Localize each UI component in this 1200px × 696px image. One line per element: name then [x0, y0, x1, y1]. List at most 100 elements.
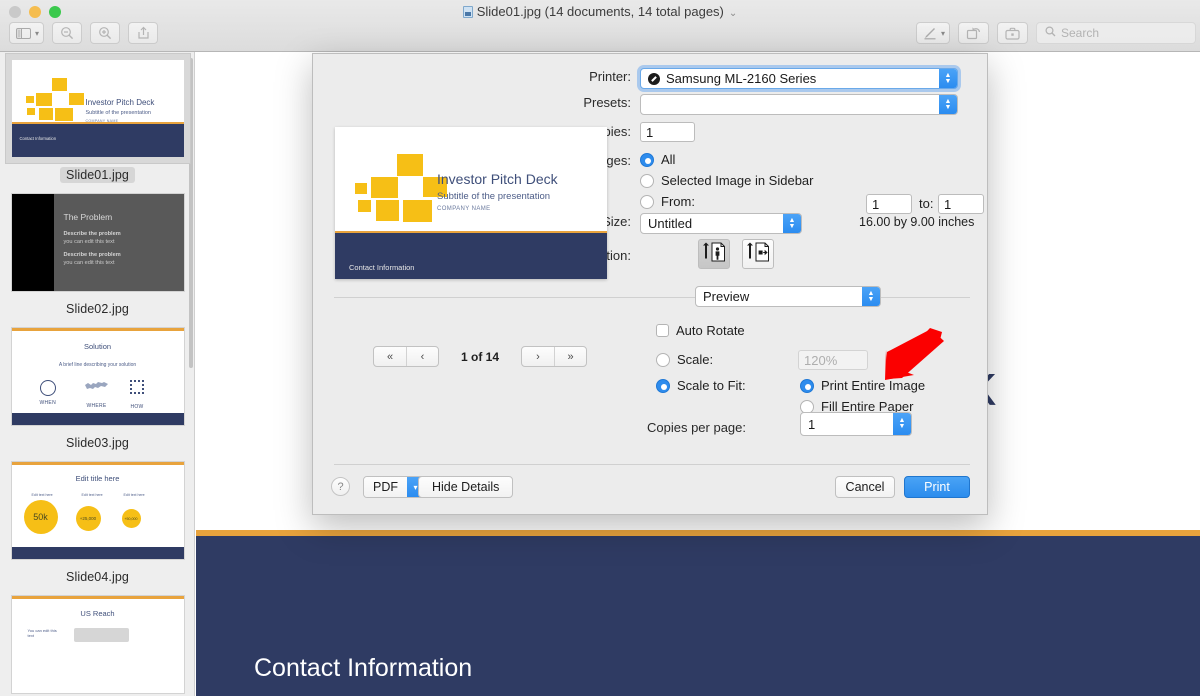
title-chevron-down-icon[interactable]: ⌄ [729, 8, 737, 19]
rotate-button[interactable] [958, 22, 989, 44]
print-button[interactable]: Print [904, 476, 970, 498]
pane-selector-stepper-icon[interactable]: ▲ ▼ [862, 287, 880, 306]
auto-rotate-row[interactable]: Auto Rotate [656, 323, 745, 338]
left-block [11, 194, 54, 291]
pages-radio-all[interactable]: All [640, 152, 675, 167]
pdf-menu-button[interactable]: PDF ▾ [363, 476, 425, 498]
scale-row[interactable]: Scale: [656, 352, 713, 367]
footer-divider [334, 464, 970, 465]
pages-to-input[interactable]: 1 [938, 194, 984, 214]
auto-rotate-checkbox[interactable] [656, 324, 669, 337]
window-title: Slide01.jpg (14 documents, 14 total page… [0, 2, 1200, 22]
sidebar-scrollbar[interactable] [189, 58, 193, 368]
pager-first-button[interactable]: « [374, 347, 406, 366]
thumbnail-preview: Edit title here Edit text here Edit text… [11, 462, 184, 559]
share-button[interactable] [128, 22, 159, 44]
thumb-title: Investor Pitch Deck [85, 98, 155, 107]
world-map-icon [84, 380, 110, 399]
pages-from-value: 1 [872, 196, 880, 212]
thumb-caption: Edit text here [123, 493, 145, 497]
chevron-down-icon: ▾ [35, 28, 40, 38]
zoom-out-button[interactable] [52, 22, 83, 44]
sidebar-thumbnail-slide05[interactable]: US Reach You can edit this text Slide05.… [0, 596, 194, 696]
pages-radio-from[interactable]: From: [640, 194, 695, 209]
paper-size-select[interactable]: Untitled ▲ ▼ [640, 213, 802, 234]
accent-bar [11, 596, 184, 599]
toolkit-button[interactable] [997, 22, 1028, 44]
pages-from-input[interactable]: 1 [866, 194, 912, 214]
scale-radio[interactable] [656, 352, 670, 367]
pane-selector[interactable]: Preview ▲ ▼ [695, 286, 881, 307]
pager-forward-group: › » [521, 346, 588, 367]
preview-pager: « ‹ 1 of 14 › » [373, 346, 588, 367]
orientation-portrait-button[interactable] [698, 239, 730, 269]
thumb-line: Describe the problem [63, 231, 121, 237]
thumbnail-label: Slide03.jpg [66, 436, 129, 450]
zoom-in-icon [98, 26, 112, 40]
pager-next-button[interactable]: › [522, 347, 554, 366]
thumb-title: The Problem [63, 212, 113, 222]
footer-bar: Contact Information [11, 124, 184, 157]
thumb-title: Solution [83, 342, 112, 351]
markup-button[interactable]: ▾ [915, 22, 950, 44]
radio-selected-image-icon[interactable] [640, 173, 654, 188]
sidebar-thumbnail-slide04[interactable]: Edit title here Edit text here Edit text… [0, 462, 194, 584]
scale-input[interactable]: 120% [798, 350, 868, 370]
toolkit-icon [1005, 27, 1020, 40]
orientation-landscape-button[interactable] [742, 239, 774, 269]
radio-from-icon[interactable] [640, 194, 654, 209]
thumb-title: US Reach [80, 609, 115, 618]
paper-dimensions-text: 16.00 by 9.00 inches [859, 215, 975, 229]
sidebar-thumbnail-slide03[interactable]: Solution A brief line describing your so… [0, 328, 194, 450]
thumb-note: You can edit this text [27, 628, 57, 638]
chevron-down-icon: ▾ [940, 28, 945, 38]
slide-footer-band: Contact Information [196, 536, 1200, 696]
print-entire-image-radio[interactable] [800, 378, 814, 393]
copies-per-page-stepper-icon[interactable]: ▲ ▼ [893, 413, 911, 435]
pane-selector-value: Preview [703, 289, 750, 304]
sidebar-toggle-button[interactable]: ▾ [9, 22, 45, 44]
help-button[interactable]: ? [331, 477, 350, 496]
thumb-subtitle: Subtitle of the presentation [85, 110, 151, 116]
presets-stepper-icon[interactable]: ▲ ▼ [939, 95, 957, 114]
printer-select[interactable]: Samsung ML-2160 Series ▲ ▼ [640, 68, 958, 89]
copies-input[interactable]: 1 [640, 122, 695, 142]
pdf-label: PDF [364, 477, 407, 497]
paper-size-stepper-icon[interactable]: ▲ ▼ [783, 214, 801, 233]
thumbnail-label: Slide04.jpg [66, 570, 129, 584]
printer-label: Printer: [589, 69, 631, 84]
radio-all-icon[interactable] [640, 152, 654, 167]
preview-subtitle: Subtitle of the presentation [437, 191, 551, 202]
zoom-in-button[interactable] [90, 22, 121, 44]
scale-to-fit-radio[interactable] [656, 378, 670, 393]
hide-details-button[interactable]: Hide Details [418, 476, 514, 498]
document-icon [462, 6, 473, 18]
scale-to-fit-row[interactable]: Scale to Fit: [656, 378, 746, 393]
preview-company: COMPANY NAME [437, 206, 491, 212]
slide-body: Solution A brief line describing your so… [11, 328, 184, 425]
copies-per-page-label: Copies per page: [646, 420, 746, 435]
paper-size-value: Untitled [648, 216, 693, 231]
preview-app-window: Slide01.jpg (14 documents, 14 total page… [0, 0, 1200, 696]
thumb-caption: HOW [130, 404, 144, 410]
thumb-line: you can edit this text [63, 239, 115, 245]
printer-stepper-icon[interactable]: ▲ ▼ [939, 69, 957, 88]
slide-body: The Problem Describe the problem you can… [11, 194, 184, 291]
copies-per-page-select[interactable]: 1 ▲ ▼ [800, 412, 912, 436]
slide-body: Edit title here Edit text here Edit text… [11, 462, 184, 559]
slide-body: US Reach You can edit this text [11, 596, 184, 693]
thumbnail-sidebar[interactable]: Investor Pitch Deck Subtitle of the pres… [0, 52, 195, 696]
printer-status-icon [648, 72, 660, 85]
sidebar-thumbnail-slide01[interactable]: Investor Pitch Deck Subtitle of the pres… [0, 60, 194, 183]
sidebar-thumbnail-slide02[interactable]: The Problem Describe the problem you can… [0, 194, 194, 316]
window-title-text: Slide01.jpg (14 documents, 14 total page… [476, 4, 724, 19]
pager-prev-button[interactable]: ‹ [406, 347, 438, 366]
pages-radio-selected-image[interactable]: Selected Image in Sidebar [640, 173, 813, 188]
presets-select[interactable]: ▲ ▼ [640, 94, 958, 115]
preview-title: Investor Pitch Deck [437, 171, 558, 187]
pager-last-button[interactable]: » [554, 347, 586, 366]
preview-footer-text: Contact Information [349, 263, 415, 272]
cancel-button[interactable]: Cancel [835, 476, 895, 498]
search-input[interactable]: Search [1036, 22, 1196, 44]
thumbnail-preview: Solution A brief line describing your so… [11, 328, 184, 425]
